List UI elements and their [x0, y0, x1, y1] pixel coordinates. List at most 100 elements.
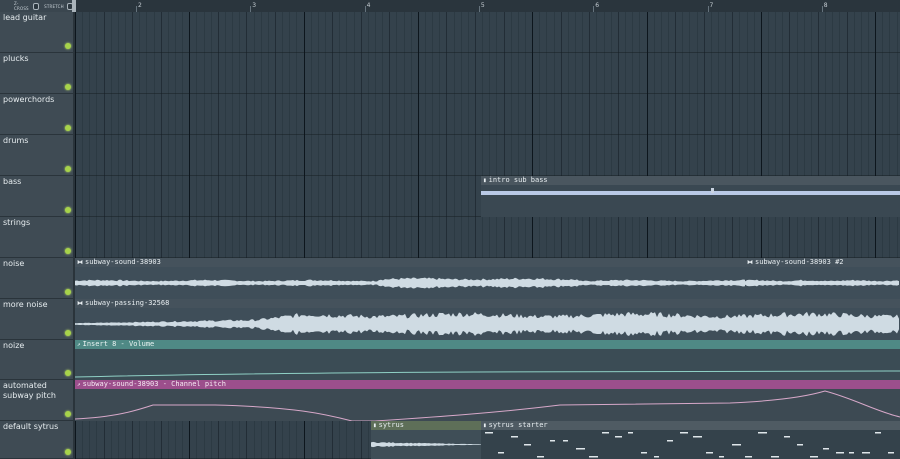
note-dash [498, 452, 504, 454]
track-mute-led[interactable] [65, 43, 71, 49]
clip-insert-volume-automation[interactable]: ↗ Insert 8 - Volume [75, 340, 900, 380]
track-header-powerchords[interactable]: powerchords [0, 94, 73, 135]
clip-header[interactable]: ▮ sytrus [371, 421, 481, 430]
waveform-shape [745, 279, 899, 287]
automation-line [75, 390, 900, 421]
track-header-default-sytrus[interactable]: default sytrus [0, 421, 73, 459]
clip-channel-pitch-automation[interactable]: ↗ subway-sound-38903 - Channel pitch [75, 380, 900, 421]
track-mute-led[interactable] [65, 207, 71, 213]
audio-icon: ⧓ [77, 259, 83, 266]
clip-body[interactable] [75, 349, 900, 380]
pattern-icon: ▮ [373, 422, 377, 429]
clip-header[interactable]: ⧓ subway-passing-32568 [75, 299, 900, 308]
track-name: plucks [3, 54, 29, 63]
clip-subway-passing[interactable]: ⧓ subway-passing-32568 [75, 299, 900, 340]
track-header-plucks[interactable]: plucks [0, 53, 73, 94]
toolbar-options: Z-CROSS STRETCH [0, 0, 75, 12]
note-dash [836, 452, 844, 454]
lane-powerchords[interactable] [75, 94, 900, 135]
track-name: strings [3, 218, 31, 227]
bar-number: 4 [366, 2, 371, 9]
note-dash [706, 452, 713, 454]
note-dash [589, 456, 598, 458]
track-mute-led[interactable] [65, 166, 71, 172]
note-dash [511, 436, 518, 438]
clip-subway-sound[interactable]: ⧓ subway-sound-38903 [75, 258, 747, 299]
bar-number: 2 [138, 2, 142, 9]
track-name: drums [3, 136, 29, 145]
clip-body[interactable] [481, 185, 900, 217]
note-dash [628, 432, 633, 434]
note-dash [550, 440, 555, 442]
note-dash [680, 432, 688, 434]
track-headers: lead guitar plucks powerchords drums bas… [0, 12, 75, 459]
bar-number: 3 [252, 2, 257, 9]
track-mute-led[interactable] [65, 411, 71, 417]
zcross-checkbox[interactable] [33, 2, 40, 10]
track-mute-led[interactable] [65, 125, 71, 131]
clip-name: Insert 8 - Volume [82, 340, 155, 348]
track-mute-led[interactable] [65, 370, 71, 376]
track-header-noise[interactable]: noise [0, 258, 73, 299]
note-dash [485, 432, 493, 434]
clip-sytrus[interactable]: ▮ sytrus [371, 421, 481, 459]
lane-lead-guitar[interactable] [75, 12, 900, 53]
track-mute-led[interactable] [65, 289, 71, 295]
automation-icon: ↗ [77, 381, 81, 388]
track-name: noise [3, 259, 25, 268]
track-name: noize [3, 341, 25, 350]
track-mute-led[interactable] [65, 449, 71, 455]
track-header-drums[interactable]: drums [0, 135, 73, 176]
waveform-shape [371, 441, 481, 448]
bar-number: 8 [823, 2, 828, 9]
waveform [75, 277, 747, 289]
automation-curve [75, 390, 900, 421]
track-header-noize[interactable]: noize [0, 340, 73, 380]
clip-sytrus-starter[interactable]: ▮ sytrus starter [481, 421, 900, 459]
track-name: powerchords [3, 95, 55, 104]
clip-name: subway-passing-32568 [85, 299, 170, 307]
audio-icon: ⧓ [747, 259, 753, 266]
playlist-grid[interactable]: ▮ intro sub bass ⧓ subway-sound-38903 ⧓ sub… [75, 12, 900, 459]
clip-header[interactable]: ⧓ subway-sound-38903 #2 [745, 258, 900, 267]
lane-plucks[interactable] [75, 53, 900, 94]
track-mute-led[interactable] [65, 248, 71, 254]
lane-strings[interactable] [75, 217, 900, 258]
pattern-icon: ▮ [483, 422, 487, 429]
track-header-more-noise[interactable]: more noise [0, 299, 73, 340]
track-mute-led[interactable] [65, 84, 71, 90]
track-header-automated-subway-pitch[interactable]: automated subway pitch [0, 380, 73, 421]
track-name: bass [3, 177, 22, 186]
clip-body[interactable] [745, 267, 900, 299]
track-header-lead-guitar[interactable]: lead guitar [0, 12, 73, 53]
note-preview [485, 432, 894, 458]
clip-header[interactable]: ⧓ subway-sound-38903 [75, 258, 747, 267]
clip-name: sytrus [378, 421, 404, 429]
track-name: automated subway pitch [3, 381, 56, 400]
note-dash [563, 440, 568, 442]
clip-subway-sound-2[interactable]: ⧓ subway-sound-38903 #2 [745, 258, 900, 299]
clip-header[interactable]: ▮ sytrus starter [481, 421, 900, 430]
clip-header[interactable]: ▮ intro sub bass [481, 176, 900, 185]
clip-body[interactable] [371, 430, 481, 459]
clip-body[interactable] [481, 430, 900, 459]
clip-intro-sub-bass[interactable]: ▮ intro sub bass [481, 176, 900, 217]
clip-header[interactable]: ↗ subway-sound-38903 - Channel pitch [75, 380, 900, 389]
playhead-marker[interactable] [72, 0, 76, 12]
clip-body[interactable] [75, 389, 900, 421]
clip-header[interactable]: ↗ Insert 8 - Volume [75, 340, 900, 349]
clip-body[interactable] [75, 267, 747, 299]
note-dash [693, 436, 702, 438]
clip-name: intro sub bass [488, 176, 548, 184]
lane-drums[interactable] [75, 135, 900, 176]
zcross-label: Z-CROSS [14, 1, 29, 11]
note-dash [732, 444, 741, 446]
bar-number: 5 [480, 2, 485, 9]
track-mute-led[interactable] [65, 330, 71, 336]
note-dash [524, 444, 531, 446]
track-header-strings[interactable]: strings [0, 217, 73, 258]
note-dash [654, 456, 659, 458]
track-header-bass[interactable]: bass [0, 176, 73, 217]
note-dash [823, 448, 829, 450]
clip-body[interactable] [75, 308, 900, 340]
